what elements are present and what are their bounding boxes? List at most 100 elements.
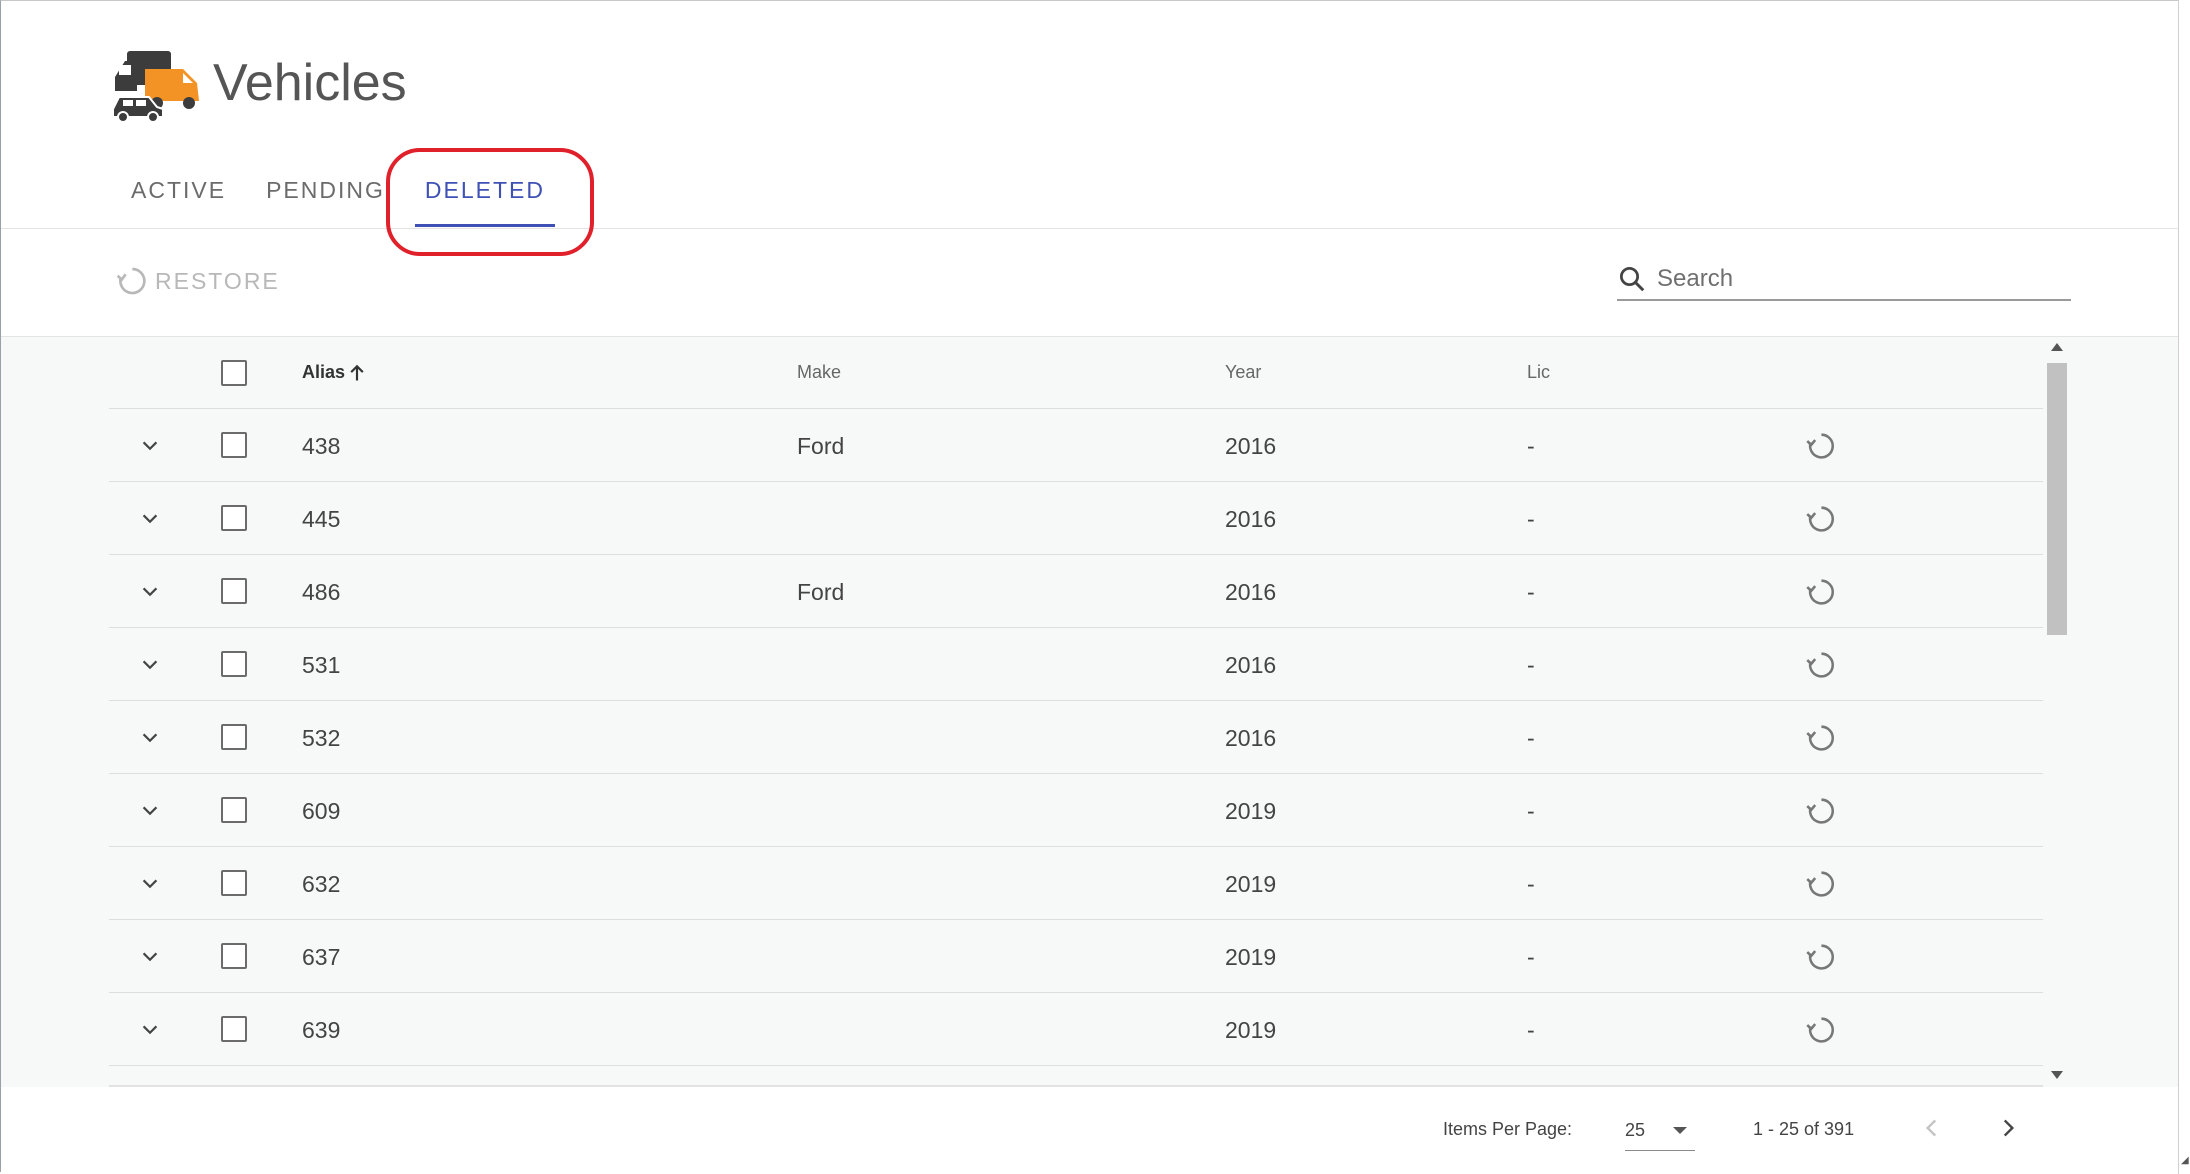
table-row[interactable]: 531 2016 - bbox=[109, 628, 2043, 701]
row-restore-icon[interactable] bbox=[1803, 721, 1837, 755]
cell-make: Ford bbox=[797, 433, 845, 459]
cell-lic: - bbox=[1527, 433, 1535, 459]
cell-year: 2016 bbox=[1225, 579, 1277, 605]
items-per-page-value: 25 bbox=[1625, 1120, 1646, 1140]
restore-button-label: RESTORE bbox=[155, 267, 280, 294]
page-title: Vehicles bbox=[213, 54, 407, 112]
row-checkbox[interactable] bbox=[221, 724, 247, 750]
scroll-up-arrow[interactable] bbox=[2051, 343, 2063, 351]
cell-alias: 639 bbox=[302, 1017, 341, 1043]
tab-pending[interactable]: PENDING bbox=[246, 161, 405, 229]
search-input[interactable] bbox=[1657, 265, 2057, 293]
table-row[interactable]: 532 2016 - bbox=[109, 701, 2043, 774]
column-header-alias[interactable]: Alias bbox=[302, 362, 367, 383]
table-row[interactable]: 609 2019 - bbox=[109, 774, 2043, 847]
chevron-down-icon[interactable] bbox=[139, 946, 161, 968]
table-area: Alias Make Year Lic 438 Ford 2016 - 445 … bbox=[1, 337, 2179, 1087]
next-page-button[interactable] bbox=[1995, 1113, 2021, 1143]
row-restore-icon[interactable] bbox=[1803, 794, 1837, 828]
search-field bbox=[1617, 259, 2071, 301]
table-body: 438 Ford 2016 - 445 2016 - 486 Ford 2016… bbox=[109, 409, 2043, 1066]
table-row[interactable]: 438 Ford 2016 - bbox=[109, 409, 2043, 482]
restore-button[interactable]: RESTORE bbox=[115, 265, 280, 297]
arrow-up-icon bbox=[350, 364, 364, 380]
cell-alias: 637 bbox=[302, 944, 341, 970]
cell-lic: - bbox=[1527, 579, 1535, 605]
items-per-page-select[interactable]: 25 bbox=[1625, 1111, 1695, 1151]
chevron-down-icon[interactable] bbox=[139, 727, 161, 749]
tab-deleted[interactable]: DELETED bbox=[405, 161, 565, 229]
row-checkbox[interactable] bbox=[221, 505, 247, 531]
vehicles-table: Alias Make Year Lic 438 Ford 2016 - 445 … bbox=[109, 337, 2043, 1085]
cell-year: 2016 bbox=[1225, 433, 1277, 459]
toolbar: RESTORE bbox=[1, 229, 2179, 337]
cell-alias: 438 bbox=[302, 433, 341, 459]
row-restore-icon[interactable] bbox=[1803, 867, 1837, 901]
chevron-down-icon[interactable] bbox=[139, 800, 161, 822]
column-header-lic[interactable]: Lic bbox=[1527, 362, 1550, 383]
chevron-down-icon[interactable] bbox=[139, 1019, 161, 1041]
row-checkbox[interactable] bbox=[221, 651, 247, 677]
cell-lic: - bbox=[1527, 944, 1535, 970]
row-checkbox[interactable] bbox=[221, 1016, 247, 1042]
cell-year: 2019 bbox=[1225, 871, 1277, 897]
scroll-down-arrow[interactable] bbox=[2051, 1071, 2063, 1079]
cell-alias: 486 bbox=[302, 579, 341, 605]
items-per-page-label: Items Per Page: bbox=[1443, 1119, 1573, 1139]
cell-alias: 609 bbox=[302, 798, 341, 824]
chevron-down-icon[interactable] bbox=[139, 508, 161, 530]
cell-alias: 531 bbox=[302, 652, 341, 678]
column-header-make[interactable]: Make bbox=[797, 362, 841, 383]
select-all-checkbox[interactable] bbox=[221, 360, 247, 386]
cell-lic: - bbox=[1527, 871, 1535, 897]
row-restore-icon[interactable] bbox=[1803, 429, 1837, 463]
vehicles-truck-car-icon bbox=[112, 51, 199, 123]
chevron-down-icon[interactable] bbox=[139, 581, 161, 603]
cell-make: Ford bbox=[797, 579, 845, 605]
dropdown-caret-icon bbox=[1673, 1127, 1687, 1134]
cell-lic: - bbox=[1527, 725, 1535, 751]
previous-page-button[interactable] bbox=[1919, 1113, 1945, 1143]
search-icon bbox=[1620, 267, 1645, 292]
table-row[interactable]: 632 2019 - bbox=[109, 847, 2043, 920]
row-checkbox[interactable] bbox=[221, 797, 247, 823]
pagination-bar: Items Per Page: 25 1 - 25 of 391 bbox=[1, 1087, 2179, 1173]
table-row[interactable]: 486 Ford 2016 - bbox=[109, 555, 2043, 628]
cell-alias: 532 bbox=[302, 725, 341, 751]
row-restore-icon[interactable] bbox=[1803, 940, 1837, 974]
page-header: Vehicles ACTIVE PENDING DELETED bbox=[1, 1, 2179, 256]
cell-year: 2019 bbox=[1225, 798, 1277, 824]
row-restore-icon[interactable] bbox=[1803, 648, 1837, 682]
cell-year: 2019 bbox=[1225, 944, 1277, 970]
row-checkbox[interactable] bbox=[221, 432, 247, 458]
resize-corner-icon: ◢ bbox=[2181, 1155, 2189, 1166]
cell-lic: - bbox=[1527, 506, 1535, 532]
row-checkbox[interactable] bbox=[221, 870, 247, 896]
tab-active[interactable]: ACTIVE bbox=[111, 161, 246, 229]
table-row[interactable]: 637 2019 - bbox=[109, 920, 2043, 993]
cell-year: 2019 bbox=[1225, 1017, 1277, 1043]
row-checkbox[interactable] bbox=[221, 578, 247, 604]
pagination-range: 1 - 25 of 391 bbox=[1753, 1119, 1855, 1139]
cell-year: 2016 bbox=[1225, 725, 1277, 751]
column-header-year[interactable]: Year bbox=[1225, 362, 1261, 383]
scroll-thumb[interactable] bbox=[2047, 363, 2067, 635]
cell-year: 2016 bbox=[1225, 652, 1277, 678]
table-header: Alias Make Year Lic bbox=[109, 337, 2043, 409]
cell-alias: 445 bbox=[302, 506, 341, 532]
chevron-down-icon[interactable] bbox=[139, 435, 161, 457]
row-restore-icon[interactable] bbox=[1803, 575, 1837, 609]
row-restore-icon[interactable] bbox=[1803, 1013, 1837, 1047]
table-scrollbar[interactable] bbox=[2045, 343, 2069, 1079]
table-row[interactable]: 445 2016 - bbox=[109, 482, 2043, 555]
table-row[interactable]: 639 2019 - bbox=[109, 993, 2043, 1066]
row-checkbox[interactable] bbox=[221, 943, 247, 969]
cell-alias: 632 bbox=[302, 871, 341, 897]
row-restore-icon[interactable] bbox=[1803, 502, 1837, 536]
chevron-down-icon[interactable] bbox=[139, 873, 161, 895]
window-right-edge: ◢ bbox=[2178, 0, 2190, 1174]
app-window: Vehicles ACTIVE PENDING DELETED RESTORE bbox=[0, 0, 2179, 1173]
chevron-down-icon[interactable] bbox=[139, 654, 161, 676]
cell-lic: - bbox=[1527, 652, 1535, 678]
cell-lic: - bbox=[1527, 1017, 1535, 1043]
